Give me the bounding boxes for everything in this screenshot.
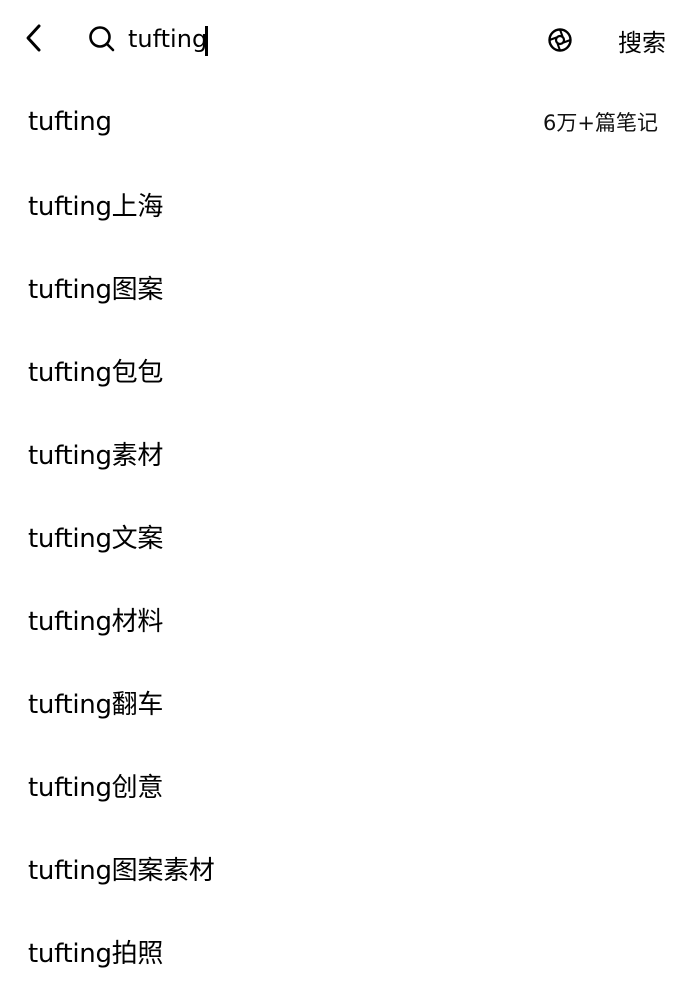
search-icon [84,21,120,57]
suggestion-item[interactable]: tufting包包 [0,329,688,412]
suggestion-item[interactable]: tufting 6万+篇笔记 [0,80,688,163]
chevron-left-icon [26,24,41,52]
suggestion-note-count: 6万+篇笔记 [543,110,658,135]
search-button[interactable]: 搜索 [604,20,680,60]
suggestion-item[interactable]: tufting图案素材 [0,827,688,910]
suggestion-list: tufting 6万+篇笔记 tufting上海 tufting图案 tufti… [0,80,688,993]
top-bar: 搜索 [0,0,688,80]
suggestion-item[interactable]: tufting创意 [0,744,688,827]
suggestion-item[interactable]: tufting翻车 [0,661,688,744]
suggestion-text: tufting图案 [28,275,164,305]
suggestion-text: tufting文案 [28,524,164,554]
suggestion-text: tufting [28,106,112,137]
suggestion-item[interactable]: tufting文案 [0,495,688,578]
suggestion-item[interactable]: tufting上海 [0,163,688,246]
back-button[interactable] [14,18,54,58]
suggestion-item[interactable]: tufting拍照 [0,910,688,993]
suggestion-text: tufting创意 [28,773,164,803]
camera-icon [548,28,572,52]
suggestion-text: tufting上海 [28,192,164,222]
search-input[interactable] [128,19,468,59]
suggestion-text: tufting图案素材 [28,856,215,886]
suggestion-item[interactable]: tufting图案 [0,246,688,329]
suggestion-text: tufting素材 [28,441,164,471]
suggestion-text: tufting材料 [28,607,164,637]
suggestion-item[interactable]: tufting材料 [0,578,688,661]
suggestion-item[interactable]: tufting素材 [0,412,688,495]
suggestion-text: tufting翻车 [28,690,164,720]
text-cursor [205,26,208,56]
suggestion-text: tufting包包 [28,358,164,388]
search-box[interactable] [84,16,524,62]
camera-button[interactable] [544,24,576,56]
suggestion-text: tufting拍照 [28,939,164,969]
